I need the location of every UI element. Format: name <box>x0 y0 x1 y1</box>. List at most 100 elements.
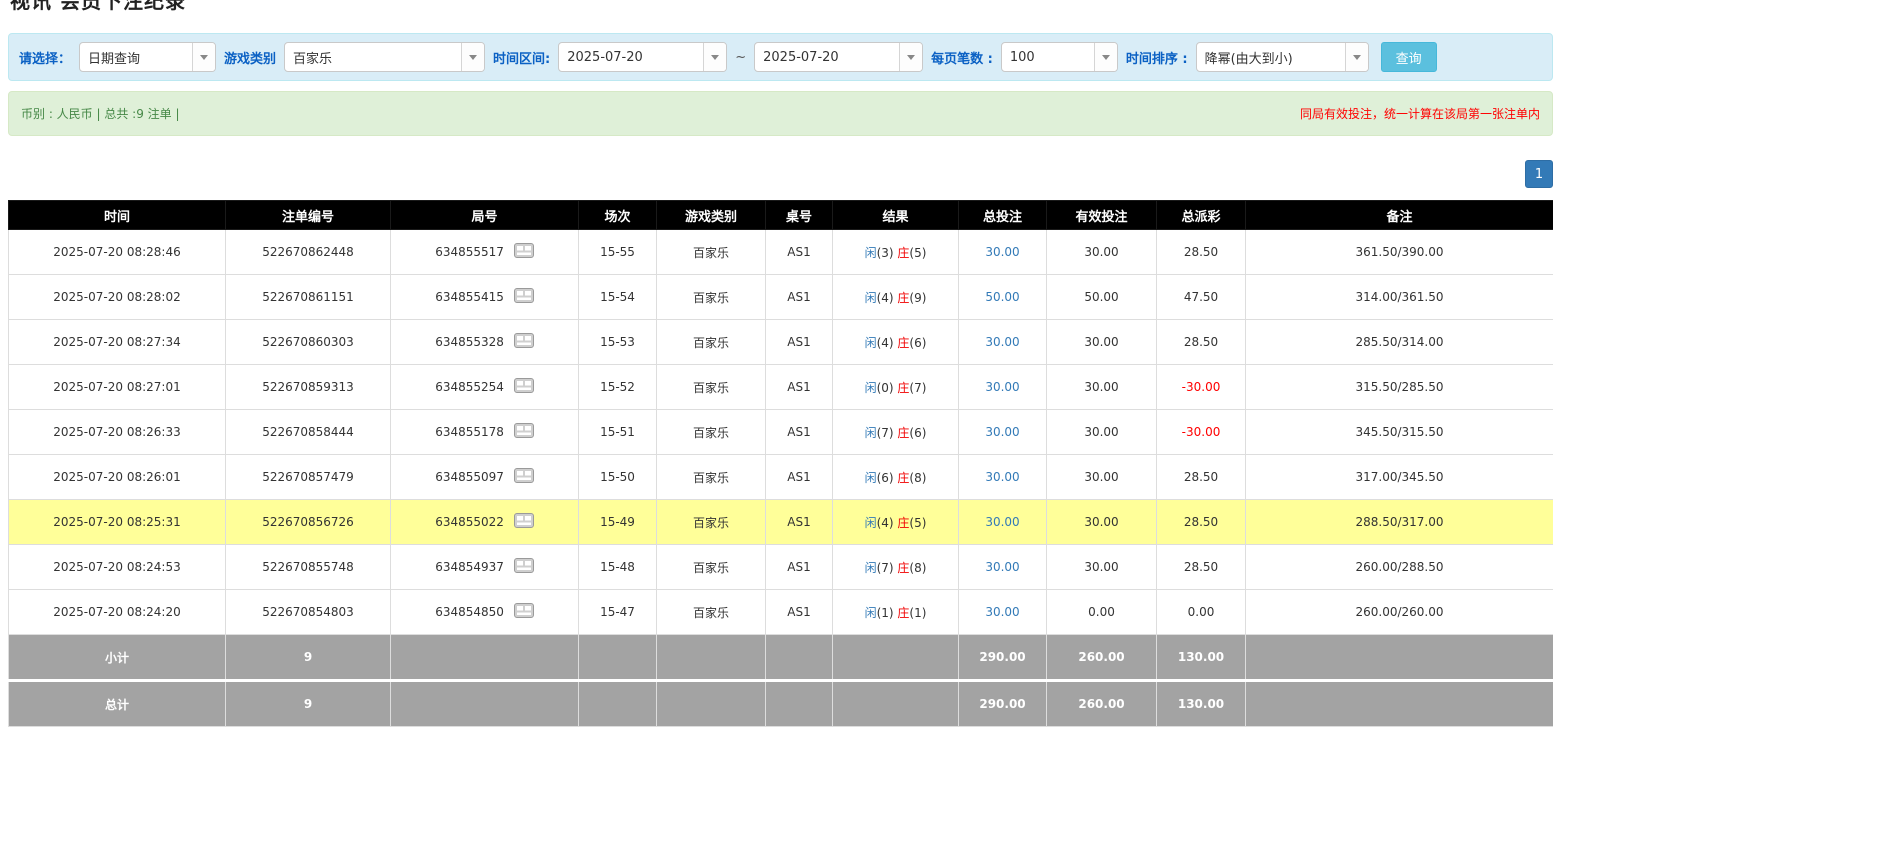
cell-session: 15-50 <box>579 455 657 500</box>
cell-session: 15-51 <box>579 410 657 455</box>
video-icon[interactable] <box>514 333 534 351</box>
video-icon[interactable] <box>514 468 534 486</box>
cell-empty <box>391 635 579 681</box>
cell-round-id: 634854850 <box>391 590 579 635</box>
cell-bet-id: 522670856726 <box>226 500 391 545</box>
filter-bar: 请选择： 游戏类别 时间区间: ~ 每页笔数 : 时间排序 : <box>8 33 1553 81</box>
result-player-score: (7) <box>877 426 894 440</box>
result-player-label: 闲 <box>865 516 877 530</box>
date-from-input[interactable] <box>559 43 703 71</box>
cell-payout: 0.00 <box>1157 590 1246 635</box>
cell-table-no: AS1 <box>766 230 833 275</box>
time-range-label: 时间区间: <box>493 48 550 67</box>
round-number: 634855097 <box>435 470 504 484</box>
cell-total-bet: 30.00 <box>959 320 1047 365</box>
total-bet-link[interactable]: 30.00 <box>985 425 1019 439</box>
result-player-label: 闲 <box>865 426 877 440</box>
total-bet-link[interactable]: 30.00 <box>985 245 1019 259</box>
query-type-label: 请选择： <box>19 48 71 67</box>
cell-result: 闲(6) 庄(8) <box>833 455 959 500</box>
page-1-button[interactable]: 1 <box>1525 160 1553 188</box>
cell-result: 闲(4) 庄(5) <box>833 500 959 545</box>
cell-bet-id: 522670858444 <box>226 410 391 455</box>
video-icon[interactable] <box>514 378 534 396</box>
sort-combo[interactable] <box>1196 42 1369 72</box>
chevron-down-icon[interactable] <box>703 43 726 71</box>
total-bet-link[interactable]: 30.00 <box>985 605 1019 619</box>
video-icon[interactable] <box>514 513 534 531</box>
cell-round-id: 634855415 <box>391 275 579 320</box>
total-bet-link[interactable]: 50.00 <box>985 290 1019 304</box>
query-type-input[interactable] <box>80 43 192 71</box>
video-icon[interactable] <box>514 288 534 306</box>
sort-label: 时间排序 : <box>1126 48 1188 67</box>
date-to-input[interactable] <box>755 43 899 71</box>
cell-session: 15-55 <box>579 230 657 275</box>
cell-empty <box>391 681 579 727</box>
cell-table-no: AS1 <box>766 455 833 500</box>
chevron-down-icon[interactable] <box>1094 43 1117 71</box>
video-icon[interactable] <box>514 603 534 621</box>
cell-bet-id: 522670859313 <box>226 365 391 410</box>
sort-input[interactable] <box>1197 43 1345 71</box>
search-button[interactable]: 查询 <box>1381 42 1437 72</box>
date-from-combo[interactable] <box>558 42 727 72</box>
header-round-id: 局号 <box>391 201 579 230</box>
cell-empty <box>1246 681 1554 727</box>
result-banker-score: (9) <box>909 291 926 305</box>
page-size-input[interactable] <box>1002 43 1094 71</box>
chevron-down-icon[interactable] <box>899 43 922 71</box>
result-player-score: (7) <box>877 561 894 575</box>
round-number: 634855254 <box>435 380 504 394</box>
page-size-combo[interactable] <box>1001 42 1118 72</box>
cell-note: 317.00/345.50 <box>1246 455 1554 500</box>
payout-value: 28.50 <box>1184 335 1218 349</box>
cell-bet-id: 522670862448 <box>226 230 391 275</box>
total-valid-bet: 260.00 <box>1047 681 1157 727</box>
result-banker-score: (8) <box>909 561 926 575</box>
cell-result: 闲(1) 庄(1) <box>833 590 959 635</box>
cell-empty <box>1246 635 1554 681</box>
result-banker-label: 庄 <box>897 426 909 440</box>
cell-payout: -30.00 <box>1157 410 1246 455</box>
video-icon[interactable] <box>514 558 534 576</box>
date-to-combo[interactable] <box>754 42 923 72</box>
cell-game-type: 百家乐 <box>657 275 766 320</box>
cell-result: 闲(7) 庄(6) <box>833 410 959 455</box>
cell-empty <box>766 681 833 727</box>
result-banker-score: (5) <box>909 516 926 530</box>
game-type-combo[interactable] <box>284 42 485 72</box>
cell-payout: -30.00 <box>1157 365 1246 410</box>
result-banker-score: (6) <box>909 426 926 440</box>
cell-round-id: 634855328 <box>391 320 579 365</box>
cell-session: 15-49 <box>579 500 657 545</box>
chevron-down-icon[interactable] <box>1345 43 1368 71</box>
chevron-down-icon[interactable] <box>461 43 484 71</box>
cell-table-no: AS1 <box>766 410 833 455</box>
total-bet-link[interactable]: 30.00 <box>985 335 1019 349</box>
total-bet-link[interactable]: 30.00 <box>985 560 1019 574</box>
result-player-label: 闲 <box>865 606 877 620</box>
query-type-combo[interactable] <box>79 42 216 72</box>
cell-empty <box>657 635 766 681</box>
total-bet-link[interactable]: 30.00 <box>985 380 1019 394</box>
cell-time: 2025-07-20 08:28:46 <box>9 230 226 275</box>
total-bet-link[interactable]: 30.00 <box>985 515 1019 529</box>
cell-session: 15-54 <box>579 275 657 320</box>
header-table-no: 桌号 <box>766 201 833 230</box>
cell-time: 2025-07-20 08:24:53 <box>9 545 226 590</box>
game-type-input[interactable] <box>285 43 461 71</box>
cell-game-type: 百家乐 <box>657 410 766 455</box>
payout-value: 28.50 <box>1184 245 1218 259</box>
cell-time: 2025-07-20 08:26:01 <box>9 455 226 500</box>
total-count: 9 <box>226 681 391 727</box>
total-bet-link[interactable]: 30.00 <box>985 470 1019 484</box>
video-icon[interactable] <box>514 243 534 261</box>
cell-note: 285.50/314.00 <box>1246 320 1554 365</box>
cell-table-no: AS1 <box>766 275 833 320</box>
chevron-down-icon[interactable] <box>192 43 215 71</box>
payout-value: 28.50 <box>1184 470 1218 484</box>
video-icon[interactable] <box>514 423 534 441</box>
round-number: 634855178 <box>435 425 504 439</box>
header-valid-bet: 有效投注 <box>1047 201 1157 230</box>
